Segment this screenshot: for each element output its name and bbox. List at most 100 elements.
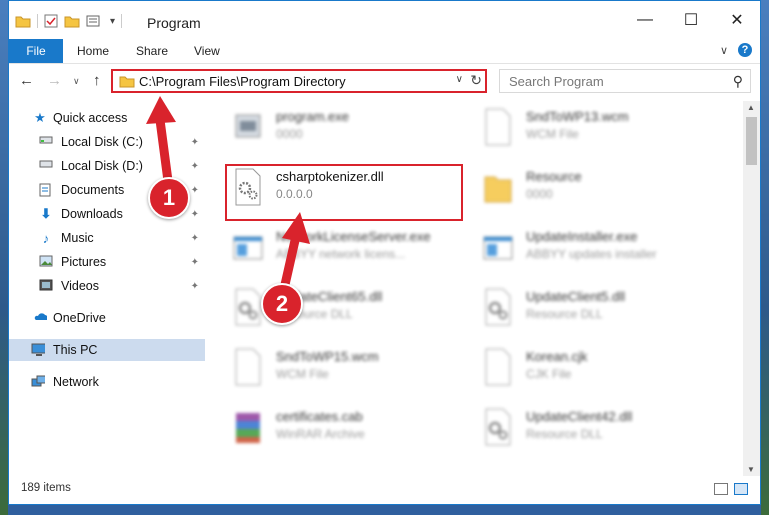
blank-file-icon (485, 108, 511, 146)
file-item[interactable]: UpdateClient42.dll Resource DLL (478, 403, 718, 455)
sidebar-item-music[interactable]: ♪ Music ✦ (9, 227, 205, 249)
winrar-icon (236, 413, 260, 443)
minimize-button[interactable]: — (622, 1, 668, 39)
onedrive-icon (34, 313, 47, 320)
videos-icon (39, 279, 53, 291)
search-input[interactable]: Search Program (509, 74, 604, 89)
scroll-up-icon[interactable]: ▲ (747, 103, 755, 112)
back-button[interactable]: ← (19, 72, 34, 89)
pin-icon: ✦ (190, 280, 199, 292)
status-bar: 189 items (9, 476, 760, 504)
sidebar-item-label: OneDrive (53, 311, 106, 325)
music-icon: ♪ (42, 230, 50, 246)
dll-gear-icon (485, 288, 511, 326)
close-button[interactable]: ✕ (714, 1, 760, 39)
step-2-badge: 2 (261, 283, 303, 325)
blank-file-icon (235, 348, 261, 386)
sidebar-item-quick-access[interactable]: ★ Quick access (9, 107, 205, 129)
sidebar-item-pictures[interactable]: Pictures ✦ (9, 251, 205, 273)
file-detail: 0000 (526, 187, 553, 201)
star-icon: ★ (34, 110, 46, 125)
address-dropdown-icon[interactable]: ∨ (456, 74, 463, 85)
file-item[interactable]: NetworkLicenseServer.exe ABBYY network l… (228, 223, 468, 275)
file-item[interactable]: Korean.cjk CJK File (478, 343, 718, 395)
expand-ribbon-icon[interactable]: ∨ (720, 44, 728, 57)
sidebar-item-onedrive[interactable]: OneDrive (9, 307, 205, 329)
drive-icon (39, 160, 53, 168)
sidebar-item-label: Videos (61, 279, 99, 293)
vertical-scrollbar[interactable]: ▲ ▼ (743, 101, 760, 476)
file-name: certificates.cab (276, 409, 363, 424)
file-item[interactable]: UpdateClient5.dll Resource DLL (478, 283, 718, 335)
app-window-icon (483, 236, 513, 260)
file-detail: 0000 (276, 127, 303, 141)
dll-gear-icon (485, 408, 511, 446)
maximize-button[interactable]: ☐ (668, 1, 714, 39)
desktop-background-right (761, 0, 769, 515)
tab-home[interactable]: Home (77, 44, 109, 58)
file-detail: WinRAR Archive (276, 427, 365, 441)
file-item[interactable]: UpdateInstaller.exe ABBYY updates instal… (478, 223, 718, 275)
file-item[interactable]: program.exe 0000 (228, 103, 468, 155)
sidebar-item-videos[interactable]: Videos ✦ (9, 275, 205, 297)
pin-icon: ✦ (190, 208, 199, 220)
file-name: SndToWP13.wcm (526, 109, 629, 124)
file-detail: ABBYY network licens... (276, 247, 406, 261)
sidebar-item-network[interactable]: Network (9, 371, 205, 393)
tab-view[interactable]: View (194, 44, 220, 58)
forward-button[interactable]: → (47, 72, 62, 89)
tab-share[interactable]: Share (136, 44, 168, 58)
file-name: UpdateClient42.dll (526, 409, 633, 424)
pin-icon: ✦ (190, 160, 199, 172)
ribbon-tabs: File Home Share View ∨ ? (9, 39, 760, 64)
refresh-icon[interactable]: ↻ (470, 72, 482, 89)
sidebar-item-local-disk-d[interactable]: Local Disk (D:) ✦ (9, 155, 205, 177)
search-icon[interactable]: ⚲ (733, 73, 743, 90)
sidebar-item-this-pc[interactable]: This PC (9, 339, 205, 361)
details-view-icon[interactable] (714, 483, 728, 495)
folder-icon (119, 76, 135, 88)
new-folder-icon[interactable] (64, 14, 80, 28)
scroll-down-icon[interactable]: ▼ (747, 465, 755, 474)
pin-icon: ✦ (190, 256, 199, 268)
up-button[interactable]: ↑ (93, 72, 101, 89)
exe-icon (235, 114, 261, 138)
qat-dropdown-icon[interactable]: ▾ (110, 16, 115, 27)
downloads-icon: ⬇ (40, 206, 52, 221)
file-item[interactable]: Resource 0000 (478, 163, 718, 215)
sidebar-item-label: Music (61, 231, 94, 245)
file-detail: CJK File (526, 367, 572, 381)
dll-gear-icon (235, 288, 261, 326)
file-item[interactable]: certificates.cab WinRAR Archive (228, 403, 468, 455)
navigation-pane: ★ Quick access Local Disk (C:) ✦ Local D… (9, 101, 209, 476)
search-box[interactable]: Search Program ⚲ (499, 69, 751, 93)
file-detail: WCM File (526, 127, 579, 141)
sidebar-item-label: Quick access (53, 111, 128, 125)
scroll-thumb[interactable] (746, 117, 757, 165)
file-detail: Resource DLL (526, 427, 603, 441)
sidebar-item-label: Local Disk (D:) (61, 159, 143, 173)
file-detail: WCM File (276, 367, 329, 381)
file-name: NetworkLicenseServer.exe (276, 229, 431, 244)
tab-file[interactable]: File (9, 39, 63, 63)
desktop-background-left (0, 0, 8, 515)
sidebar-item-label: Pictures (61, 255, 107, 269)
this-pc-icon (31, 343, 45, 356)
customize-view-icon[interactable] (86, 14, 104, 28)
file-name: Korean.cjk (526, 349, 588, 364)
window-title: Program (147, 15, 201, 31)
file-explorer-window: ▾ Program — ☐ ✕ File Home Share View ∨ ?… (8, 0, 761, 505)
file-item[interactable]: SndToWP15.wcm WCM File (228, 343, 468, 395)
sidebar-item-local-disk-c[interactable]: Local Disk (C:) ✦ (9, 131, 205, 153)
recent-locations-button[interactable]: ∨ (73, 76, 80, 87)
item-count: 189 items (21, 482, 71, 494)
properties-icon[interactable] (44, 14, 58, 28)
toolbar-divider (37, 14, 38, 28)
drive-icon (39, 136, 53, 144)
address-bar[interactable]: C:\Program Files\Program Directory ∨ ↻ (111, 69, 487, 93)
help-icon[interactable]: ? (738, 43, 752, 57)
large-icons-view-icon[interactable] (734, 483, 748, 495)
app-window-icon (233, 236, 263, 260)
toolbar-divider (121, 14, 123, 28)
file-item[interactable]: SndToWP13.wcm WCM File (478, 103, 718, 155)
